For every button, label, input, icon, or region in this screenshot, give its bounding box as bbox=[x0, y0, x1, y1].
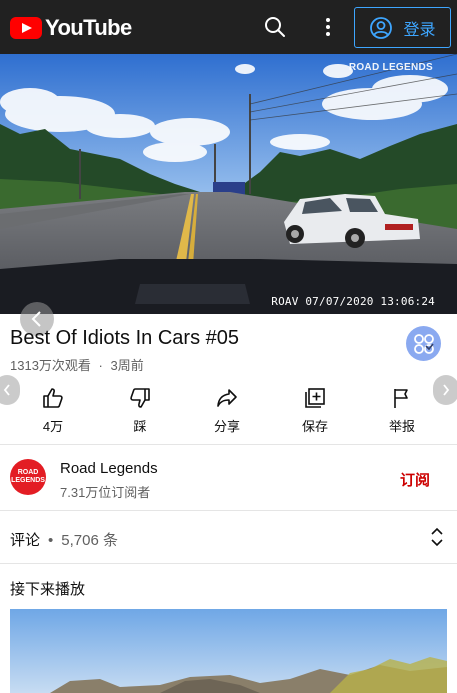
avatar-text: ROAD LEGENDS bbox=[11, 469, 45, 484]
expand-description-button[interactable] bbox=[406, 326, 441, 361]
dislike-button[interactable]: 踩 bbox=[105, 384, 175, 435]
video-watermark: ROAD LEGENDS bbox=[348, 62, 433, 73]
video-frame bbox=[0, 54, 457, 314]
divider bbox=[0, 563, 457, 564]
report-label: 举报 bbox=[388, 419, 415, 434]
video-meta: 1313万次观看 · 3周前 bbox=[10, 355, 144, 374]
view-count: 1313万次观看 bbox=[10, 358, 91, 373]
save-label: 保存 bbox=[301, 419, 328, 434]
meta-separator: · bbox=[98, 358, 103, 373]
next-video-thumbnail[interactable] bbox=[10, 609, 447, 693]
unfold-icon[interactable] bbox=[429, 527, 445, 547]
dislike-label: 踩 bbox=[133, 419, 147, 434]
flag-icon bbox=[394, 389, 408, 408]
video-title[interactable]: Best Of Idiots In Cars #05 bbox=[10, 327, 239, 350]
comments-label: 评论 bbox=[10, 532, 41, 549]
grid-icon bbox=[413, 333, 434, 354]
report-button[interactable]: 举报 bbox=[367, 384, 437, 435]
share-icon bbox=[217, 389, 237, 407]
save-button[interactable]: 保存 bbox=[280, 384, 350, 435]
comments-separator: • bbox=[48, 532, 54, 549]
subscribe-button[interactable]: 订阅 bbox=[400, 469, 430, 490]
action-bar: 4万 踩 分享 保存 举报 bbox=[0, 384, 457, 440]
thumbnail-image bbox=[10, 609, 447, 693]
more-vert-icon[interactable] bbox=[317, 15, 339, 39]
thumb-up-icon bbox=[43, 388, 63, 408]
channel-avatar[interactable]: ROAD LEGENDS bbox=[10, 459, 46, 495]
login-button[interactable]: 登录 bbox=[354, 7, 451, 48]
dashcam-timestamp: ROAV 07/07/2020 13:06:24 bbox=[271, 295, 435, 308]
divider bbox=[0, 444, 457, 445]
like-count: 4万 bbox=[42, 419, 64, 434]
channel-name[interactable]: Road Legends bbox=[60, 460, 158, 477]
share-label: 分享 bbox=[213, 419, 240, 434]
like-button[interactable]: 4万 bbox=[18, 384, 88, 435]
comments-header[interactable]: 评论 • 5,706 条 bbox=[10, 529, 118, 550]
login-label: 登录 bbox=[403, 21, 436, 39]
up-next-heading: 接下来播放 bbox=[10, 581, 86, 598]
top-app-bar: YouTube 登录 bbox=[0, 0, 457, 54]
search-icon[interactable] bbox=[263, 15, 287, 39]
share-button[interactable]: 分享 bbox=[192, 384, 262, 435]
thumb-down-icon bbox=[130, 388, 150, 408]
logo-text: YouTube bbox=[45, 15, 132, 40]
upload-age: 3周前 bbox=[110, 358, 144, 373]
comment-count: 5,706 条 bbox=[61, 532, 118, 549]
subscriber-count: 7.31万位订阅者 bbox=[60, 485, 151, 500]
youtube-logo[interactable]: YouTube bbox=[10, 15, 132, 41]
account-icon bbox=[370, 16, 393, 39]
chevron-left-icon bbox=[31, 311, 41, 327]
youtube-play-icon bbox=[10, 17, 42, 39]
add-to-playlist-icon bbox=[305, 388, 325, 408]
divider bbox=[0, 510, 457, 511]
video-player[interactable]: ROAD LEGENDS ROAV 07/07/2020 13:06:24 bbox=[0, 54, 457, 314]
